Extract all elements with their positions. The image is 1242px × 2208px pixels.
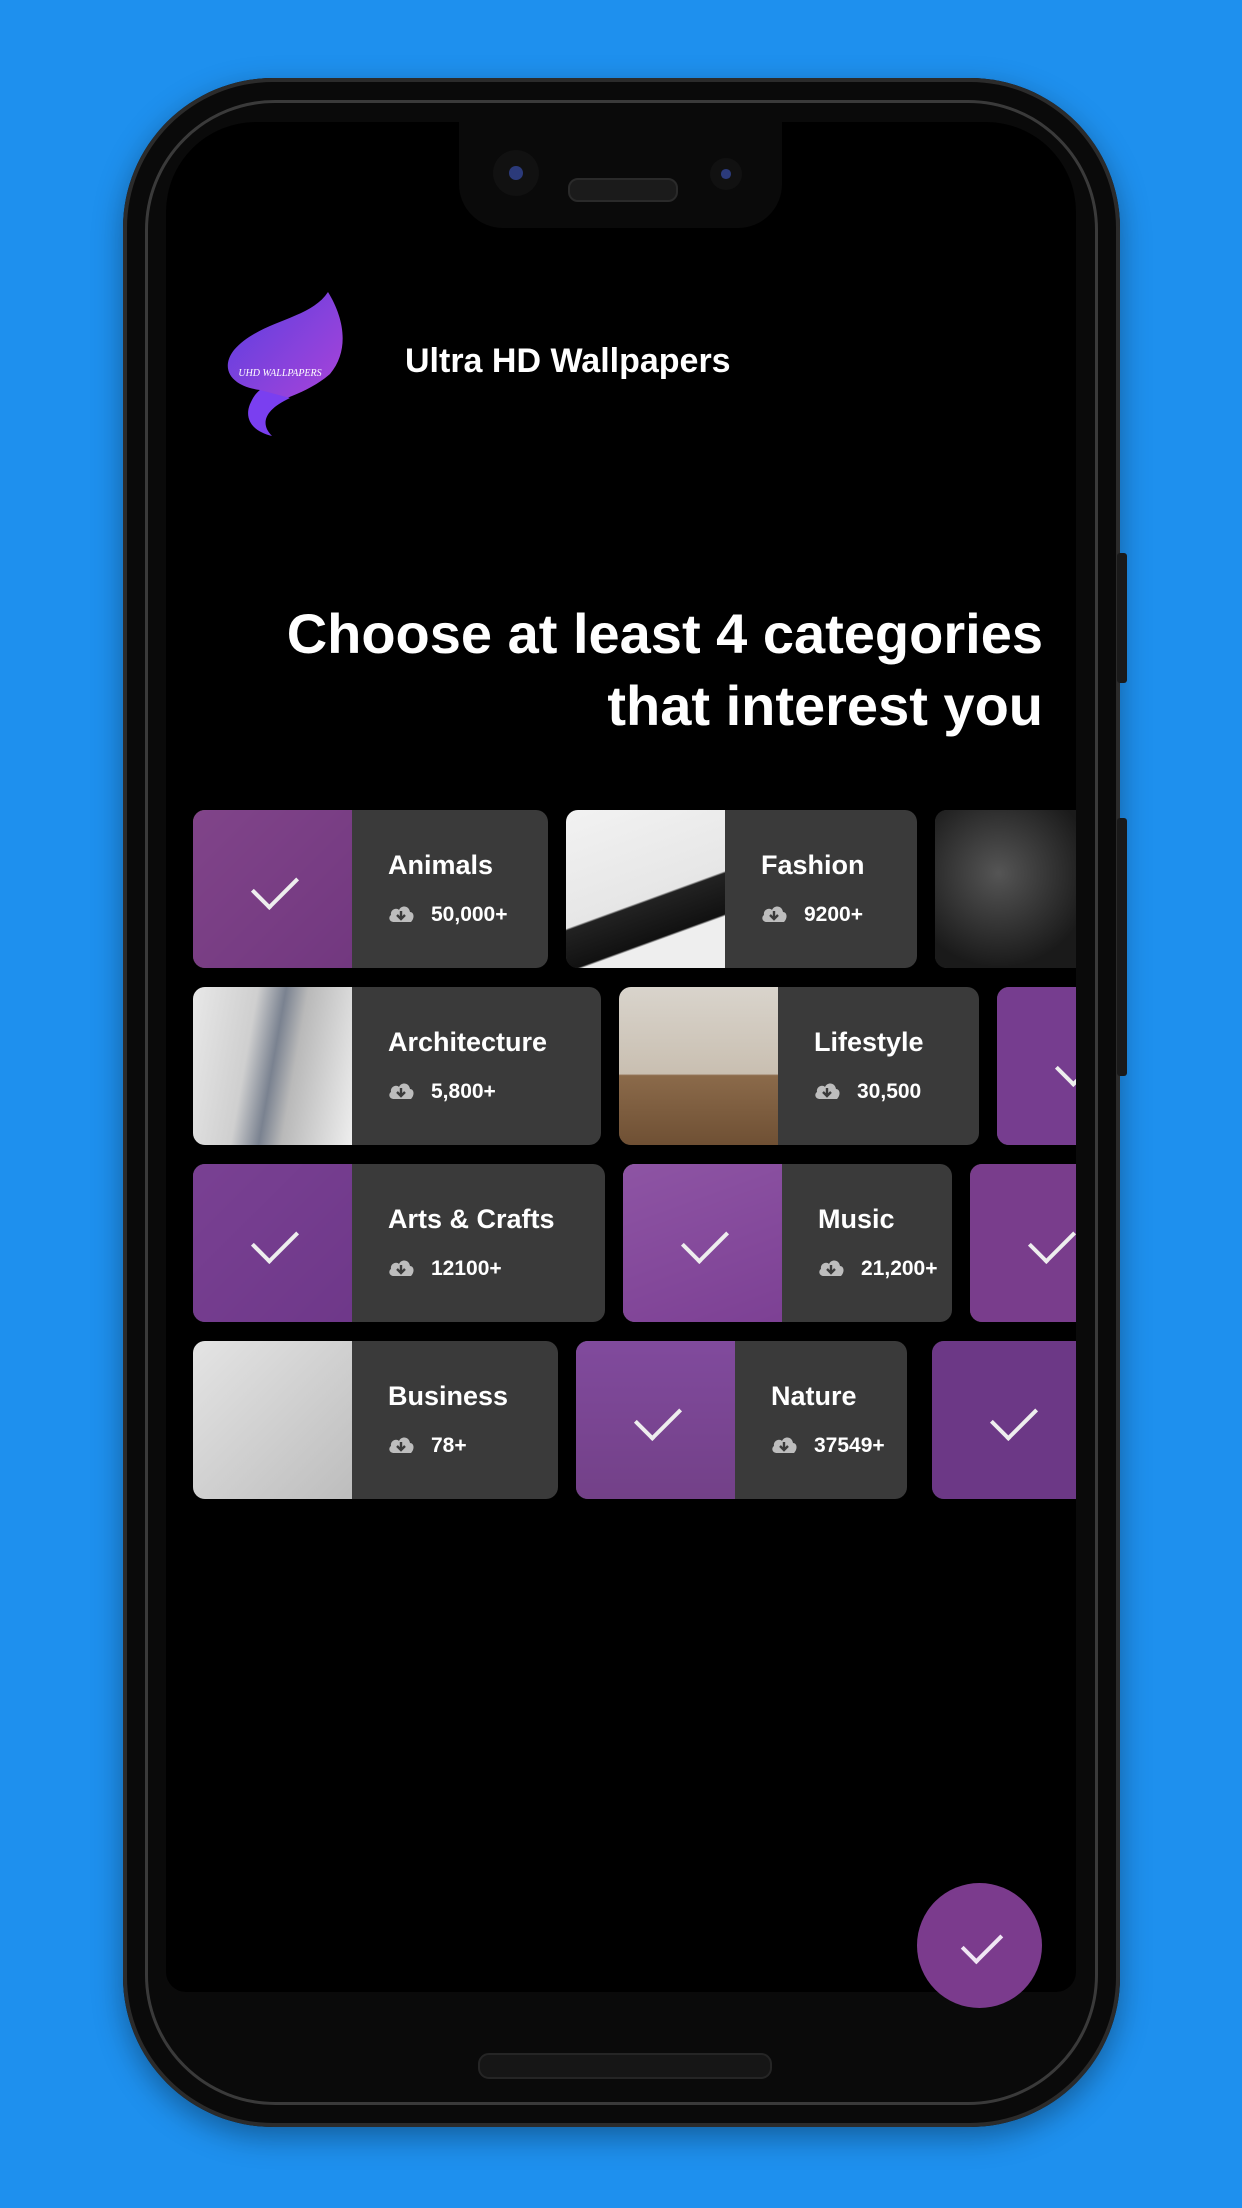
category-card-arts-crafts[interactable]: Arts & Crafts 12100+ <box>193 1164 605 1322</box>
partial-thumbnail <box>997 987 1076 1145</box>
category-card-partial-selected[interactable] <box>997 987 1076 1145</box>
category-row-2: Architecture 5,800+ Lifestyle 30,500 <box>193 987 1076 1145</box>
cloud-download-icon <box>389 1083 414 1099</box>
front-sensor <box>710 158 742 190</box>
svg-text:UHD WALLPAPERS: UHD WALLPAPERS <box>238 368 321 379</box>
download-count: 12100+ <box>431 1257 502 1280</box>
app-logo: UHD WALLPAPERS <box>220 290 348 440</box>
app-title: Ultra HD Wallpapers <box>405 342 731 380</box>
cloud-download-icon <box>819 1260 844 1276</box>
category-grid[interactable]: Animals 50,000+ Fashion 9200+ Architectu… <box>193 810 1076 1510</box>
category-card-partial-selected-2[interactable] <box>970 1164 1076 1322</box>
category-card-partial-selected-3[interactable] <box>932 1341 1076 1499</box>
download-count: 37549+ <box>814 1434 885 1457</box>
category-name: Architecture <box>388 1027 548 1057</box>
category-card-lifestyle[interactable]: Lifestyle 30,500 <box>619 987 979 1145</box>
animals-thumbnail <box>193 810 352 968</box>
category-name: Nature <box>771 1381 857 1411</box>
cloud-download-icon <box>815 1083 840 1099</box>
category-name: Business <box>388 1381 509 1411</box>
category-card-partial-camera[interactable] <box>935 810 1076 968</box>
cloud-download-icon <box>772 1437 797 1453</box>
front-camera <box>493 150 539 196</box>
camera-thumbnail <box>935 810 1076 968</box>
download-count: 21,200+ <box>861 1257 938 1280</box>
download-count: 78+ <box>431 1434 467 1457</box>
category-row-1: Animals 50,000+ Fashion 9200+ <box>193 810 1076 968</box>
category-card-animals[interactable]: Animals 50,000+ <box>193 810 548 968</box>
lifestyle-thumbnail <box>619 987 778 1145</box>
download-count: 9200+ <box>804 903 863 926</box>
download-count: 5,800+ <box>431 1080 496 1103</box>
home-indicator <box>478 2053 772 2079</box>
fashion-thumbnail <box>566 810 725 968</box>
category-row-4: Business 78+ Nature 37549+ <box>193 1341 1076 1499</box>
partial-thumbnail <box>970 1164 1076 1322</box>
category-name: Music <box>818 1204 895 1234</box>
category-card-business[interactable]: Business 78+ <box>193 1341 558 1499</box>
check-icon <box>960 1921 1003 1964</box>
earpiece-speaker <box>568 178 678 202</box>
headline-line-2: that interest you <box>607 674 1043 737</box>
business-thumbnail <box>193 1341 352 1499</box>
headline: Choose at least 4 categories that intere… <box>250 598 1043 742</box>
cloud-download-icon <box>762 906 787 922</box>
category-card-fashion[interactable]: Fashion 9200+ <box>566 810 917 968</box>
music-thumbnail <box>623 1164 782 1322</box>
cloud-download-icon <box>389 1437 414 1453</box>
category-name: Fashion <box>761 850 865 880</box>
nature-thumbnail <box>576 1341 735 1499</box>
partial-thumbnail <box>932 1341 1076 1499</box>
category-name: Lifestyle <box>814 1027 924 1057</box>
download-count: 30,500 <box>857 1080 922 1103</box>
download-count: 50,000+ <box>431 903 508 926</box>
power-button <box>1117 553 1127 683</box>
category-name: Arts & Crafts <box>388 1204 555 1234</box>
confirm-fab[interactable] <box>917 1883 1042 2008</box>
category-row-3: Arts & Crafts 12100+ Music 21,200+ <box>193 1164 1076 1322</box>
category-card-music[interactable]: Music 21,200+ <box>623 1164 952 1322</box>
arts-thumbnail <box>193 1164 352 1322</box>
headline-line-1: Choose at least 4 categories <box>286 602 1043 665</box>
category-card-architecture[interactable]: Architecture 5,800+ <box>193 987 601 1145</box>
cloud-download-icon <box>389 1260 414 1276</box>
category-card-nature[interactable]: Nature 37549+ <box>576 1341 907 1499</box>
cloud-download-icon <box>389 906 414 922</box>
architecture-thumbnail <box>193 987 352 1145</box>
category-name: Animals <box>388 850 494 880</box>
volume-button <box>1117 818 1127 1076</box>
